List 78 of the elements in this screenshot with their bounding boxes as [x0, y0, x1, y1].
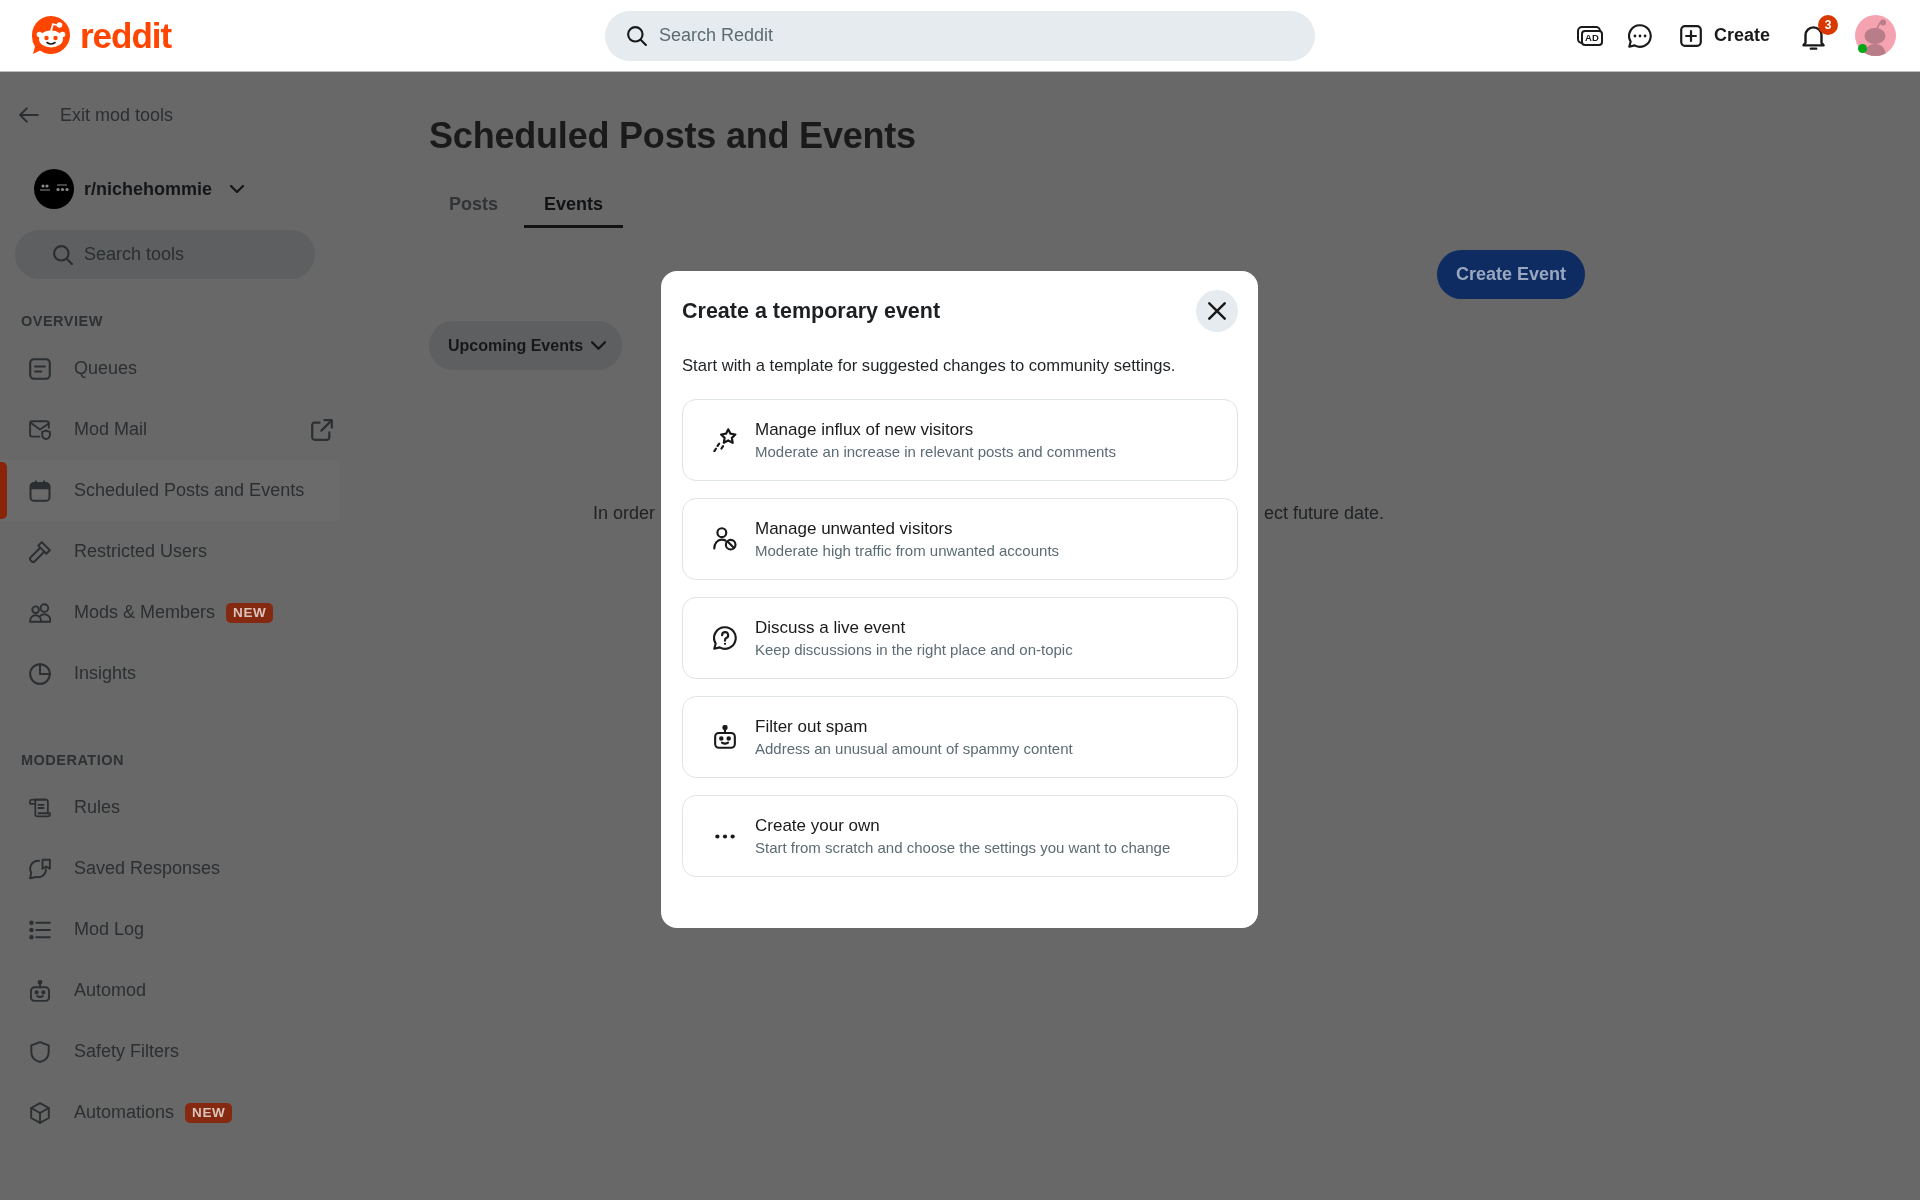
logo-icon [29, 14, 71, 57]
create-button[interactable]: Create [1672, 15, 1780, 56]
modal-title: Create a temporary event [682, 298, 941, 324]
sidebar-item[interactable]: Mods & Members NEW [0, 582, 340, 643]
sidebar-item[interactable]: Restricted Users [0, 521, 340, 582]
robot-icon [713, 725, 737, 749]
exit-mod-tools-link[interactable]: Exit mod tools [0, 96, 174, 134]
people-icon [29, 601, 51, 624]
sidebar-item[interactable]: Mod Log [0, 899, 340, 960]
section-heading: MODERATION [21, 751, 124, 769]
star-sparkle-icon [713, 428, 737, 452]
sidebar-item[interactable]: Rules [0, 777, 340, 838]
option-description: Moderate an increase in relevant posts and comments [755, 441, 1117, 462]
community-switcher[interactable]: r/nichehommie [34, 169, 245, 209]
modal-description: Start with a template for suggested changes to community settings. [682, 355, 1176, 377]
search-icon [627, 25, 647, 46]
option-description: Address an unusual amount of spammy content [755, 738, 1073, 759]
option-description: Start from scratch and choose the settings you want to change [755, 837, 1171, 858]
section-heading: OVERVIEW [21, 312, 103, 330]
shield-icon [29, 1040, 51, 1063]
chevron-down-icon [591, 341, 607, 350]
chevron-down-icon [230, 185, 245, 193]
option-description: Moderate high traffic from unwanted accounts [755, 540, 1060, 561]
user-avatar-button[interactable] [1855, 15, 1896, 56]
tab[interactable]: Events [524, 180, 624, 228]
option-title: Create your own [755, 814, 881, 837]
scroll-icon [29, 796, 51, 819]
cube-icon [29, 1101, 51, 1124]
advertise-button[interactable]: AD [1569, 15, 1610, 56]
empty-state-text: ect future date. [1264, 502, 1385, 524]
sidebar-item[interactable]: Queues [0, 338, 340, 399]
create-event-button[interactable]: Create Event [1436, 250, 1585, 299]
pie-chart-icon [29, 662, 51, 685]
mail-shield-icon [29, 418, 51, 441]
hammer-icon [29, 540, 51, 563]
sidebar-item[interactable]: Insights [0, 643, 340, 704]
robot-icon [29, 979, 51, 1002]
question-bubble-icon [713, 626, 737, 650]
new-badge: NEW [185, 1102, 233, 1123]
user-ban-icon [713, 527, 737, 551]
bell-icon [1801, 25, 1825, 50]
sidebar-item[interactable]: Automod [0, 960, 340, 1021]
template-option[interactable]: Create your own Start from scratch and choose the settings you want to change [682, 795, 1238, 877]
chat-icon [1627, 23, 1652, 48]
template-option[interactable]: Filter out spam Address an unusual amount of spammy content [682, 696, 1238, 778]
sidebar-item[interactable]: Saved Responses [0, 838, 340, 899]
option-title: Discuss a live event [755, 616, 907, 639]
option-title: Filter out spam [755, 715, 869, 738]
bookmark-bubble-icon [29, 857, 51, 880]
search-icon [53, 244, 73, 265]
sidebar-item[interactable]: Automations NEW [0, 1082, 340, 1143]
tab[interactable]: Posts [429, 180, 519, 228]
notification-count-badge: 3 [1818, 15, 1838, 35]
template-option[interactable]: Discuss a live event Keep discussions in the right place and on-topic [682, 597, 1238, 679]
sidebar-item[interactable]: Mod Mail [0, 399, 340, 460]
community-avatar-icon [34, 169, 74, 209]
sidebar-item[interactable]: Safety Filters [0, 1021, 340, 1082]
option-title: Manage influx of new visitors [755, 418, 975, 441]
calendar-icon [29, 479, 51, 502]
close-button[interactable] [1196, 290, 1238, 332]
option-title: Manage unwanted visitors [755, 517, 954, 540]
new-badge: NEW [226, 602, 274, 623]
avatar-icon [1855, 15, 1896, 56]
logo-link[interactable]: reddit [29, 14, 172, 57]
plus-icon [1679, 24, 1702, 47]
list-icon [29, 918, 51, 941]
page-title: Scheduled Posts and Events [429, 114, 916, 158]
template-option[interactable]: Manage unwanted visitors Moderate high traffic from unwanted accounts [682, 498, 1238, 580]
close-icon [1208, 302, 1226, 320]
notifications-button[interactable]: 3 [1793, 15, 1838, 56]
empty-state-text: In order [592, 502, 655, 524]
option-description: Keep discussions in the right place and on-topic [755, 639, 1073, 660]
upcoming-events-dropdown[interactable]: Upcoming Events [429, 321, 623, 370]
more-dots-icon [715, 833, 735, 839]
queue-icon [29, 357, 51, 380]
search-field[interactable]: Search Reddit [605, 10, 1315, 61]
back-arrow-icon [19, 107, 39, 123]
template-option[interactable]: Manage influx of new visitors Moderate an increase in relevant posts and comments [682, 399, 1238, 481]
